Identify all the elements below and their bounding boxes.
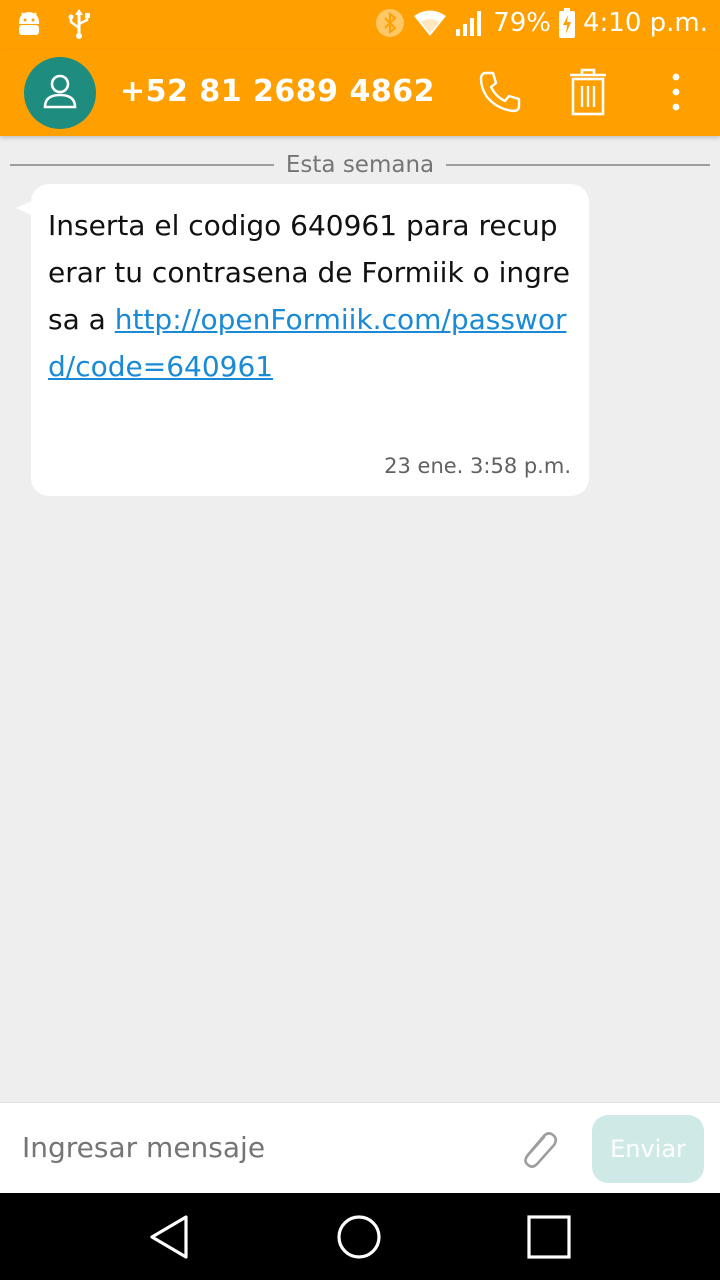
usb-icon bbox=[66, 8, 92, 40]
send-button[interactable]: Enviar bbox=[592, 1115, 704, 1183]
call-button[interactable] bbox=[474, 68, 526, 120]
trash-icon bbox=[568, 67, 608, 121]
app-bar: +52 81 2689 4862 bbox=[0, 50, 720, 136]
message-link[interactable]: http://openFormiik.com/password/code=640… bbox=[48, 303, 566, 383]
signal-icon bbox=[455, 9, 485, 37]
message-bubble[interactable]: Inserta el codigo 640961 para recuperar … bbox=[31, 184, 589, 496]
message-text: Inserta el codigo 640961 para recuperar … bbox=[48, 202, 571, 390]
overflow-menu-button[interactable] bbox=[650, 68, 702, 120]
android-debug-icon bbox=[14, 8, 44, 40]
contact-title: +52 81 2689 4862 bbox=[120, 74, 435, 109]
message-timestamp: 23 ene. 3:58 p.m. bbox=[384, 454, 571, 478]
navigation-bar bbox=[0, 1193, 720, 1280]
recents-button[interactable] bbox=[525, 1213, 573, 1261]
date-divider: Esta semana bbox=[10, 150, 710, 180]
phone-icon bbox=[477, 69, 523, 119]
bluetooth-icon bbox=[375, 8, 405, 38]
date-divider-label: Esta semana bbox=[285, 152, 435, 178]
back-button[interactable] bbox=[146, 1213, 194, 1261]
delete-button[interactable] bbox=[562, 68, 614, 120]
home-icon bbox=[335, 1215, 383, 1265]
status-bar: 79% 4:10 p.m. bbox=[0, 0, 720, 50]
attach-button[interactable] bbox=[514, 1125, 562, 1173]
battery-percent: 79% bbox=[493, 8, 551, 38]
message-input[interactable] bbox=[22, 1127, 492, 1167]
back-icon bbox=[146, 1215, 194, 1265]
recents-icon bbox=[525, 1215, 573, 1265]
wifi-icon bbox=[413, 9, 447, 37]
compose-bar: Enviar bbox=[0, 1102, 720, 1193]
home-button[interactable] bbox=[335, 1213, 383, 1261]
clock: 4:10 p.m. bbox=[582, 8, 708, 38]
avatar-person-icon bbox=[40, 71, 80, 115]
contact-avatar[interactable] bbox=[24, 57, 96, 129]
overflow-menu-icon bbox=[671, 72, 681, 116]
divider-line-left bbox=[10, 164, 274, 166]
paperclip-icon bbox=[514, 1132, 562, 1177]
divider-line-right bbox=[446, 164, 710, 166]
battery-charging-icon bbox=[558, 8, 575, 38]
